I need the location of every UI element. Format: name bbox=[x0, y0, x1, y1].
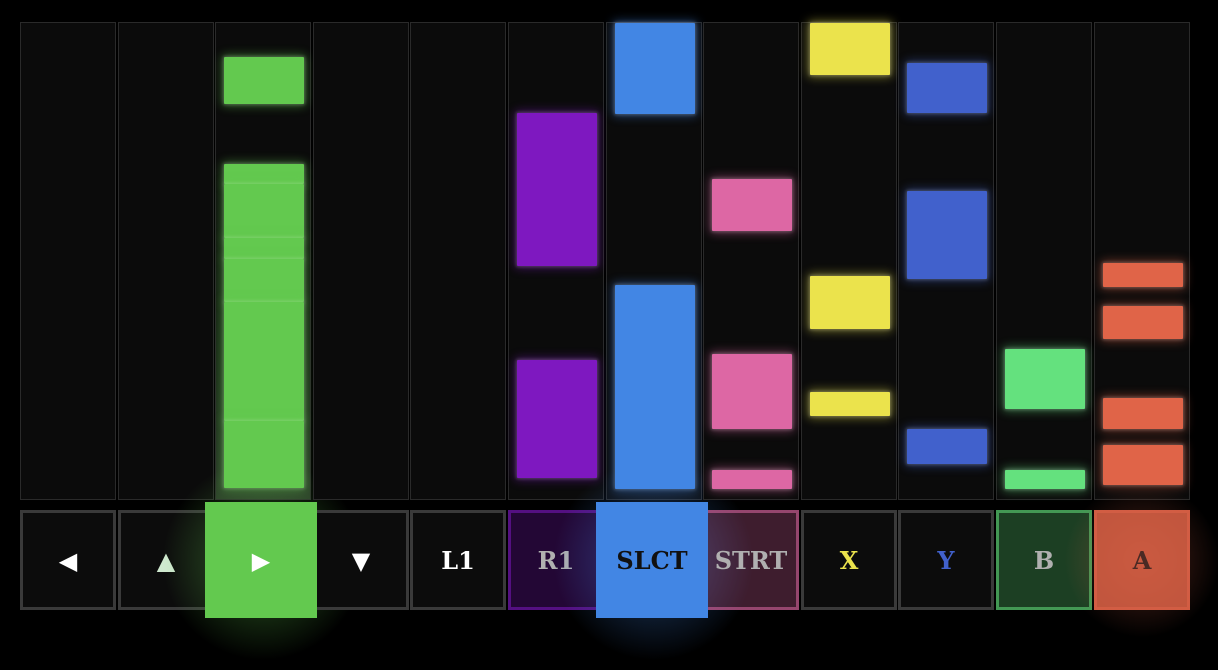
button-label: ▼ bbox=[351, 545, 371, 575]
lane-select bbox=[606, 22, 702, 500]
button-label: L1 bbox=[441, 545, 475, 575]
button-a[interactable]: A bbox=[1094, 510, 1190, 610]
note-b bbox=[1005, 470, 1085, 489]
button-r1[interactable]: R1 bbox=[508, 510, 604, 610]
button-label: A bbox=[1132, 545, 1152, 575]
note-start bbox=[712, 354, 792, 429]
note-b bbox=[1005, 349, 1085, 409]
button-label: X bbox=[839, 545, 859, 575]
button-start[interactable]: STRT bbox=[703, 510, 799, 610]
lane-r1 bbox=[508, 22, 604, 500]
button-label: ▶ bbox=[251, 545, 271, 575]
button-y[interactable]: Y bbox=[898, 510, 994, 610]
note-right bbox=[224, 302, 304, 421]
note-r1 bbox=[517, 360, 597, 478]
note-right bbox=[224, 164, 304, 184]
lane-a bbox=[1094, 22, 1190, 500]
rhythm-game-board: ◀ ▲ ▶ ▼ L1 R1 SLCT STRT X Y B A bbox=[0, 0, 1218, 670]
button-label: ◀ bbox=[58, 545, 78, 575]
button-label: SLCT bbox=[616, 545, 688, 575]
button-left[interactable]: ◀ bbox=[20, 510, 116, 610]
note-a bbox=[1103, 445, 1183, 485]
lane-l1 bbox=[410, 22, 506, 500]
note-y bbox=[907, 191, 987, 279]
note-a bbox=[1103, 306, 1183, 339]
note-r1 bbox=[517, 113, 597, 266]
lane-start bbox=[703, 22, 799, 500]
note-right bbox=[224, 57, 304, 104]
button-select[interactable]: SLCT bbox=[596, 502, 708, 618]
note-start bbox=[712, 179, 792, 231]
button-label: STRT bbox=[714, 545, 788, 575]
lane-down bbox=[313, 22, 409, 500]
lane-right bbox=[215, 22, 311, 500]
lane-b bbox=[996, 22, 1092, 500]
note-a bbox=[1103, 398, 1183, 429]
button-x[interactable]: X bbox=[801, 510, 897, 610]
note-select bbox=[615, 23, 695, 114]
note-a bbox=[1103, 263, 1183, 287]
button-l1[interactable]: L1 bbox=[410, 510, 506, 610]
button-label: B bbox=[1033, 545, 1055, 575]
note-select bbox=[615, 285, 695, 489]
lane-x bbox=[801, 22, 897, 500]
button-up[interactable]: ▲ bbox=[118, 510, 214, 610]
lane-up bbox=[118, 22, 214, 500]
note-y bbox=[907, 63, 987, 113]
button-label: Y bbox=[937, 545, 955, 575]
button-label: ▲ bbox=[156, 545, 176, 575]
note-right bbox=[224, 259, 304, 302]
button-down[interactable]: ▼ bbox=[313, 510, 409, 610]
note-right bbox=[224, 421, 304, 488]
note-y bbox=[907, 429, 987, 464]
button-label: R1 bbox=[537, 545, 575, 575]
note-x bbox=[810, 392, 890, 416]
note-x bbox=[810, 23, 890, 75]
button-b[interactable]: B bbox=[996, 510, 1092, 610]
note-right bbox=[224, 238, 304, 259]
note-start bbox=[712, 470, 792, 489]
lane-y bbox=[898, 22, 994, 500]
note-right bbox=[224, 184, 304, 238]
lane-left bbox=[20, 22, 116, 500]
note-x bbox=[810, 276, 890, 329]
button-right[interactable]: ▶ bbox=[205, 502, 317, 618]
